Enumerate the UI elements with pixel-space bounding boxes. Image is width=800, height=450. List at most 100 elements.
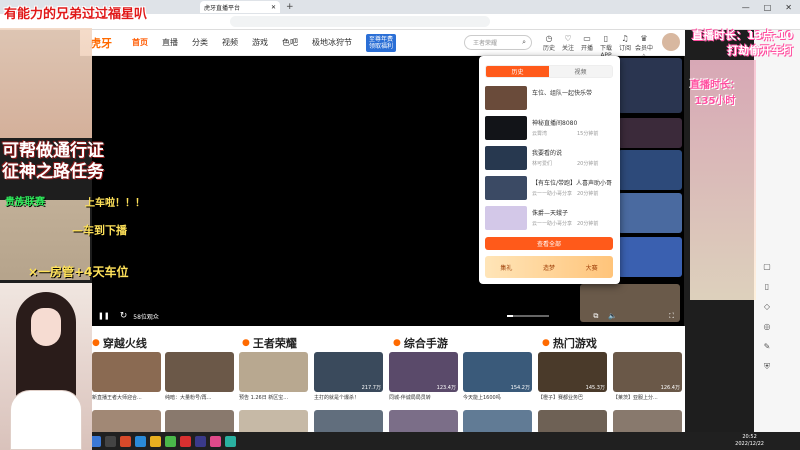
live-card[interactable] — [165, 352, 234, 392]
pip-button[interactable]: ⧉ — [593, 312, 598, 321]
promo-banner[interactable]: 集礼 造梦 大赛 — [485, 256, 613, 278]
taskbar-app-icon[interactable] — [135, 435, 146, 447]
url-input[interactable] — [230, 16, 490, 27]
category-heading[interactable]: ● 热门游戏 — [542, 335, 597, 351]
side-tool-icon[interactable]: ▯ — [762, 282, 772, 292]
taskbar-app-icon[interactable] — [210, 435, 221, 447]
history-item[interactable]: 我要看的说 林可爱们 20分钟前 — [485, 146, 615, 172]
new-tab-button[interactable]: + — [286, 2, 294, 12]
live-card[interactable]: 154.2万 — [463, 352, 532, 392]
search-input[interactable]: 王者荣耀 ⌕ — [464, 35, 532, 50]
taskbar-app-icon[interactable] — [120, 435, 131, 447]
history-time: 20分钟前 — [577, 161, 599, 167]
nav-game[interactable]: 游戏 — [252, 37, 268, 48]
site-logo[interactable]: 虎牙 — [90, 35, 112, 51]
live-card[interactable] — [239, 410, 308, 434]
recommend-thumb[interactable] — [618, 237, 682, 277]
live-card-caption[interactable]: 新直播王者大师迎合... — [92, 394, 164, 401]
category-heading[interactable]: ● 综合手游 — [393, 335, 448, 351]
taskbar-app-icon[interactable] — [225, 435, 236, 447]
live-card[interactable] — [389, 410, 458, 434]
refresh-button[interactable]: ↻ — [120, 311, 128, 321]
live-card-caption[interactable]: 今天能上1600吗 — [463, 394, 535, 401]
live-card-caption[interactable]: 【莱茨】亚服上分... — [613, 394, 685, 401]
clock[interactable]: 20:52 2022/12/22 — [735, 434, 764, 448]
nav-live[interactable]: 直播 — [162, 37, 178, 48]
live-card[interactable]: 217.7万 — [314, 352, 383, 392]
live-card[interactable] — [165, 410, 234, 434]
side-tool-icon[interactable]: ▢ — [762, 262, 772, 272]
close-window-button[interactable]: ✕ — [785, 3, 792, 12]
category-title: 热门游戏 — [552, 337, 597, 350]
live-card[interactable]: 145.3万 — [538, 352, 607, 392]
live-card-caption[interactable]: 同城-伴诚局局员转 — [389, 394, 461, 401]
minimize-button[interactable]: — — [742, 3, 750, 12]
live-card[interactable] — [463, 410, 532, 434]
maximize-button[interactable]: □ — [764, 3, 772, 12]
nav-bar[interactable]: 色吧 — [282, 37, 298, 48]
live-card[interactable] — [314, 410, 383, 434]
promo-line: 领取福利 — [369, 42, 394, 50]
taskbar-app-icon[interactable] — [195, 435, 206, 447]
side-tool-icon[interactable]: ✎ — [762, 342, 772, 352]
live-card[interactable]: 126.4万 — [613, 352, 682, 392]
search-icon[interactable]: ⌕ — [522, 38, 526, 47]
live-card[interactable] — [92, 352, 161, 392]
live-card[interactable] — [92, 410, 161, 434]
avatar[interactable] — [662, 33, 680, 51]
taskbar-app-icon[interactable] — [105, 435, 116, 447]
search-placeholder: 王者荣耀 — [473, 40, 498, 47]
category-heading[interactable]: ● 王者荣耀 — [242, 335, 297, 351]
live-card-caption[interactable]: 纯暗：大量粉号/再... — [165, 394, 237, 401]
nav-event[interactable]: 极地冰狩节 — [312, 37, 352, 48]
recommend-thumb[interactable] — [618, 118, 682, 148]
live-card[interactable] — [239, 352, 308, 392]
side-tool-icon[interactable]: ◎ — [762, 322, 772, 332]
live-card[interactable] — [538, 410, 607, 434]
browser-tab[interactable]: 虎牙直播平台 ✕ — [200, 1, 280, 13]
volume-slider[interactable] — [507, 315, 549, 317]
recommend-thumb[interactable] — [618, 150, 682, 190]
recommend-thumb[interactable] — [618, 58, 682, 113]
nav-category[interactable]: 分类 — [192, 37, 208, 48]
gamepad-icon: ● — [393, 338, 401, 348]
viewer-stat: 217.7万 — [361, 385, 381, 391]
live-card-caption[interactable]: 预告 1.26日 新区宝... — [239, 394, 311, 401]
taskbar-app-icon[interactable] — [165, 435, 176, 447]
nav-home[interactable]: 首页 — [132, 37, 148, 48]
history-item[interactable]: 【有车位/带跑】人喜声助小哥... 云一一助小哥分享 20分钟前 — [485, 176, 615, 202]
promo-badge[interactable]: 至尊年费 领取福利 — [366, 33, 397, 52]
history-item[interactable]: 车位、组队一起快乐带 — [485, 86, 615, 112]
history-thumb — [485, 116, 527, 140]
taskbar-app-icon[interactable] — [150, 435, 161, 447]
history-item[interactable]: 侏爵—天蛾子 云一一助小哥分享 20分钟前 — [485, 206, 615, 232]
browser-side-panel — [754, 30, 800, 432]
browser-tab-title: 虎牙直播平台 — [204, 4, 241, 12]
category-heading[interactable]: ● 穿越火线 — [92, 335, 147, 351]
side-tool-icon[interactable]: ⛨ — [762, 362, 772, 372]
crown-icon: ● — [242, 338, 250, 348]
taskbar-app-icon[interactable] — [180, 435, 191, 447]
nav-video[interactable]: 视频 — [222, 37, 238, 48]
banner-item: 造梦 — [542, 264, 555, 272]
view-all-button[interactable]: 查看全部 — [485, 237, 613, 250]
overlay-line: 征神之路任务 — [2, 162, 104, 182]
tab-video[interactable]: 视频 — [549, 66, 612, 77]
live-card[interactable]: 123.4万 — [389, 352, 458, 392]
volume-button[interactable]: 🔈 — [608, 312, 617, 320]
live-card-caption[interactable]: 主打的就是个爆杀！ — [314, 394, 386, 401]
history-thumb — [485, 146, 527, 170]
side-tool-icon[interactable]: ◇ — [762, 302, 772, 312]
header-icon-label: 订阅 — [618, 45, 631, 52]
live-card[interactable] — [613, 410, 682, 434]
viewer-stat: 123.4万 — [436, 385, 456, 391]
close-tab-icon[interactable]: ✕ — [271, 4, 276, 11]
promo-line: 至尊年费 — [369, 35, 394, 43]
overlay-line: 135小时 — [694, 96, 736, 107]
tab-history[interactable]: 历史 — [486, 66, 549, 77]
history-item[interactable]: 神秘直播间8080 云霄湾 15分钟前 — [485, 116, 615, 142]
fullscreen-button[interactable]: ⛶ — [669, 312, 674, 321]
recommend-thumb[interactable] — [618, 193, 682, 233]
pause-button[interactable]: ❚❚ — [98, 312, 110, 320]
live-card-caption[interactable]: 【橙子】赛都业务巴 — [538, 394, 610, 401]
